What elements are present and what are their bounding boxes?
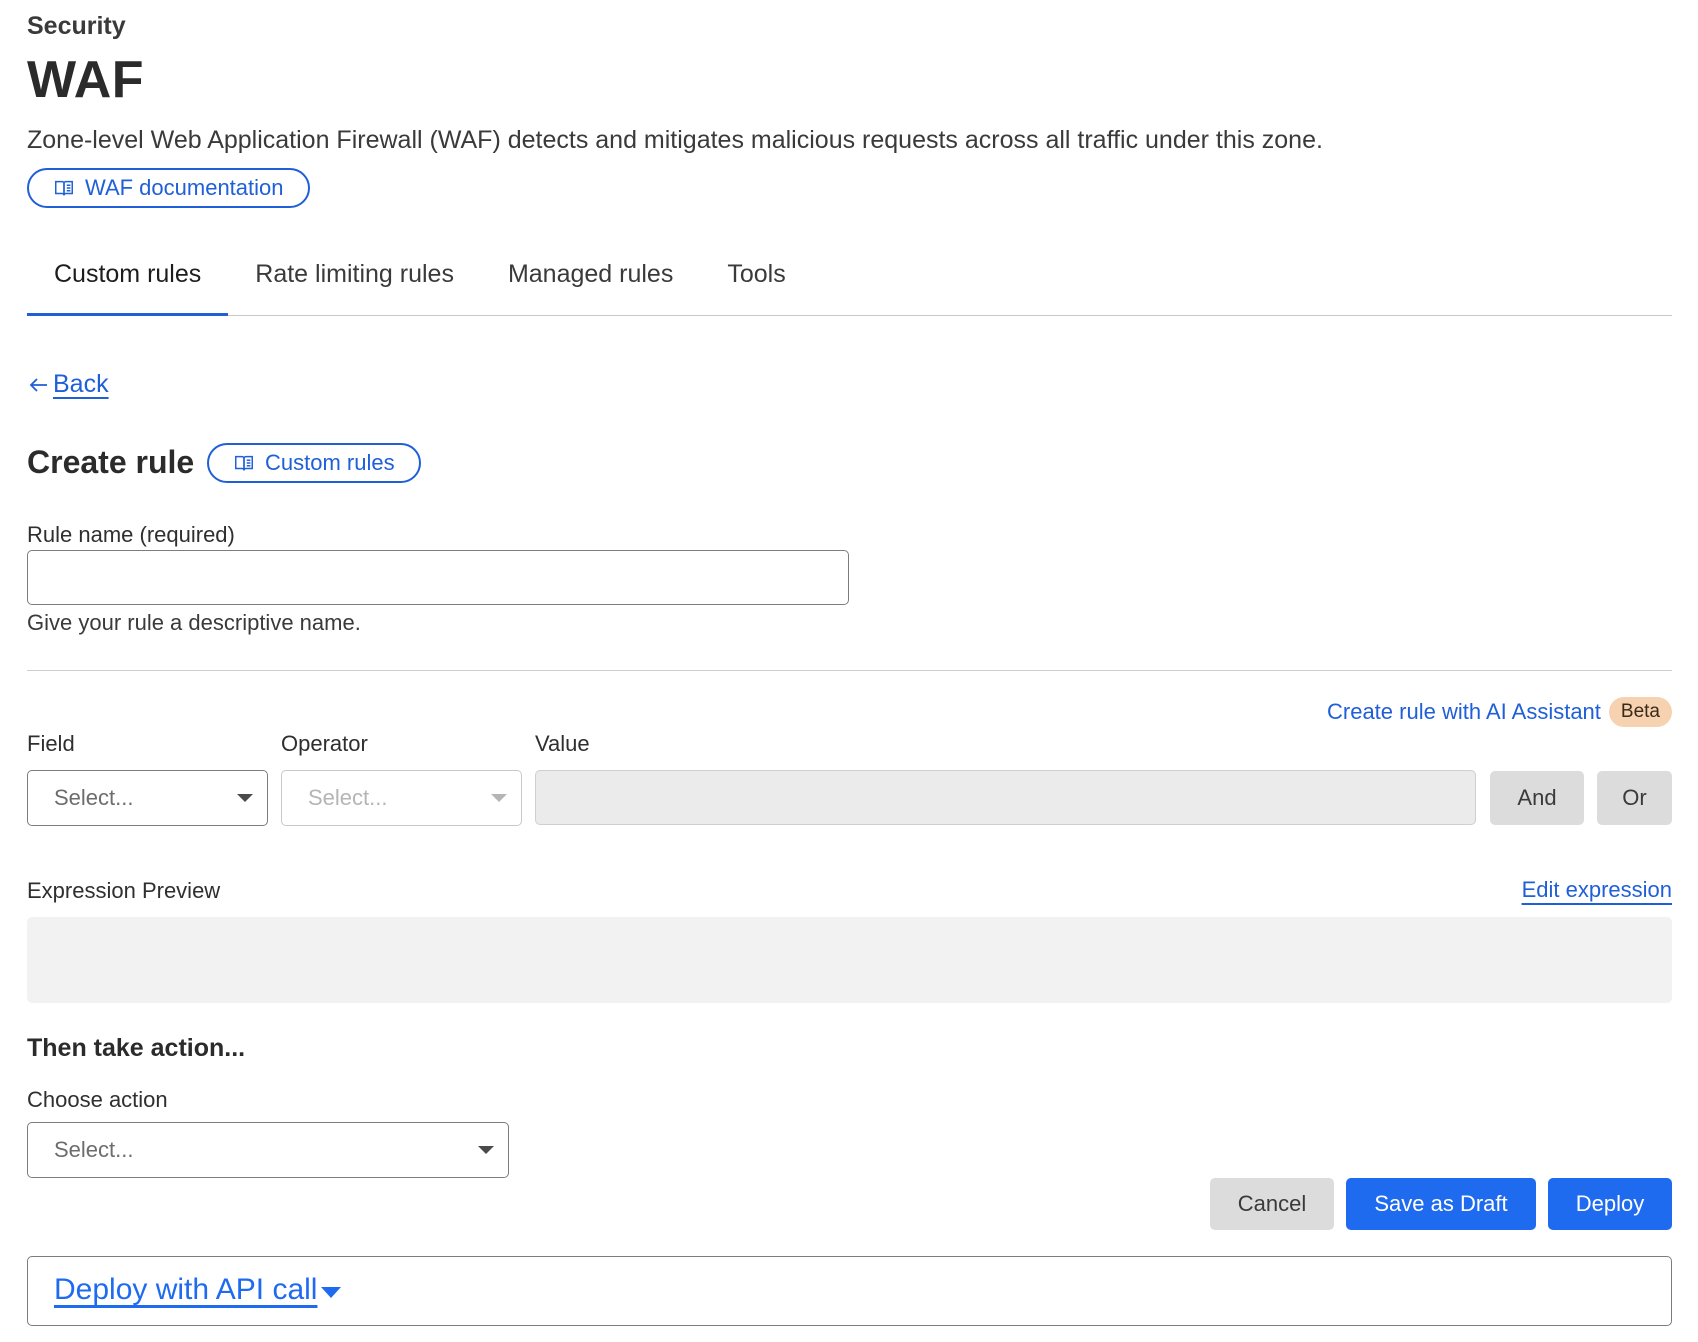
breadcrumb-section: Security [27,12,126,40]
and-button[interactable]: And [1490,771,1584,825]
custom-rules-doc-link[interactable]: Custom rules [207,443,421,483]
rule-name-help: Give your rule a descriptive name. [27,610,361,635]
deploy-button[interactable]: Deploy [1548,1178,1672,1230]
cancel-button[interactable]: Cancel [1210,1178,1334,1230]
expression-preview-label: Expression Preview [27,878,221,903]
waf-documentation-link[interactable]: WAF documentation [27,168,310,208]
arrow-left-icon [29,377,47,392]
page-description: Zone-level Web Application Firewall (WAF… [27,126,1323,154]
tab-rate-limiting-rules[interactable]: Rate limiting rules [228,250,481,316]
custom-rules-doc-label: Custom rules [265,450,395,475]
ai-assistant-label: Create rule with AI Assistant [1327,699,1601,724]
operator-label: Operator [281,731,368,756]
waf-documentation-label: WAF documentation [85,175,284,200]
action-select-value: Select... [54,1137,134,1162]
tab-bar: Custom rules Rate limiting rules Managed… [27,250,1672,316]
create-rule-title: Create rule [27,444,195,480]
expression-preview [27,917,1672,1003]
action-heading: Then take action... [27,1034,246,1062]
caret-down-icon [321,1286,342,1298]
field-select-value: Select... [54,785,134,810]
field-select[interactable]: Select... [27,770,268,826]
book-icon [235,455,253,471]
save-draft-button[interactable]: Save as Draft [1346,1178,1536,1230]
or-button[interactable]: Or [1597,771,1672,825]
api-call-panel: Deploy with API call [27,1256,1672,1326]
tab-custom-rules[interactable]: Custom rules [27,250,229,316]
book-icon [55,180,73,196]
section-divider [27,670,1672,671]
action-select[interactable]: Select... [27,1122,509,1178]
operator-select-value: Select... [308,785,388,810]
tab-tools[interactable]: Tools [700,250,812,316]
rule-name-input[interactable] [27,550,849,605]
field-label: Field [27,731,75,756]
chevron-down-icon [237,794,253,802]
chevron-down-icon [478,1146,494,1154]
back-label: Back [53,370,109,398]
beta-badge: Beta [1608,697,1672,727]
chevron-down-icon [491,794,507,802]
rule-name-label: Rule name (required) [27,522,235,547]
value-input[interactable] [535,770,1476,825]
choose-action-label: Choose action [27,1087,168,1112]
page-title: WAF [27,51,145,109]
ai-assistant-link[interactable]: Create rule with AI Assistant Beta [1327,697,1672,727]
value-label: Value [535,731,590,756]
operator-select[interactable]: Select... [281,770,522,826]
deploy-api-call-label: Deploy with API call [54,1273,318,1306]
tab-managed-rules[interactable]: Managed rules [481,250,700,316]
edit-expression-link[interactable]: Edit expression [1522,877,1672,903]
back-link[interactable]: Back [27,370,109,399]
deploy-api-call-toggle[interactable]: Deploy with API call [54,1273,342,1307]
